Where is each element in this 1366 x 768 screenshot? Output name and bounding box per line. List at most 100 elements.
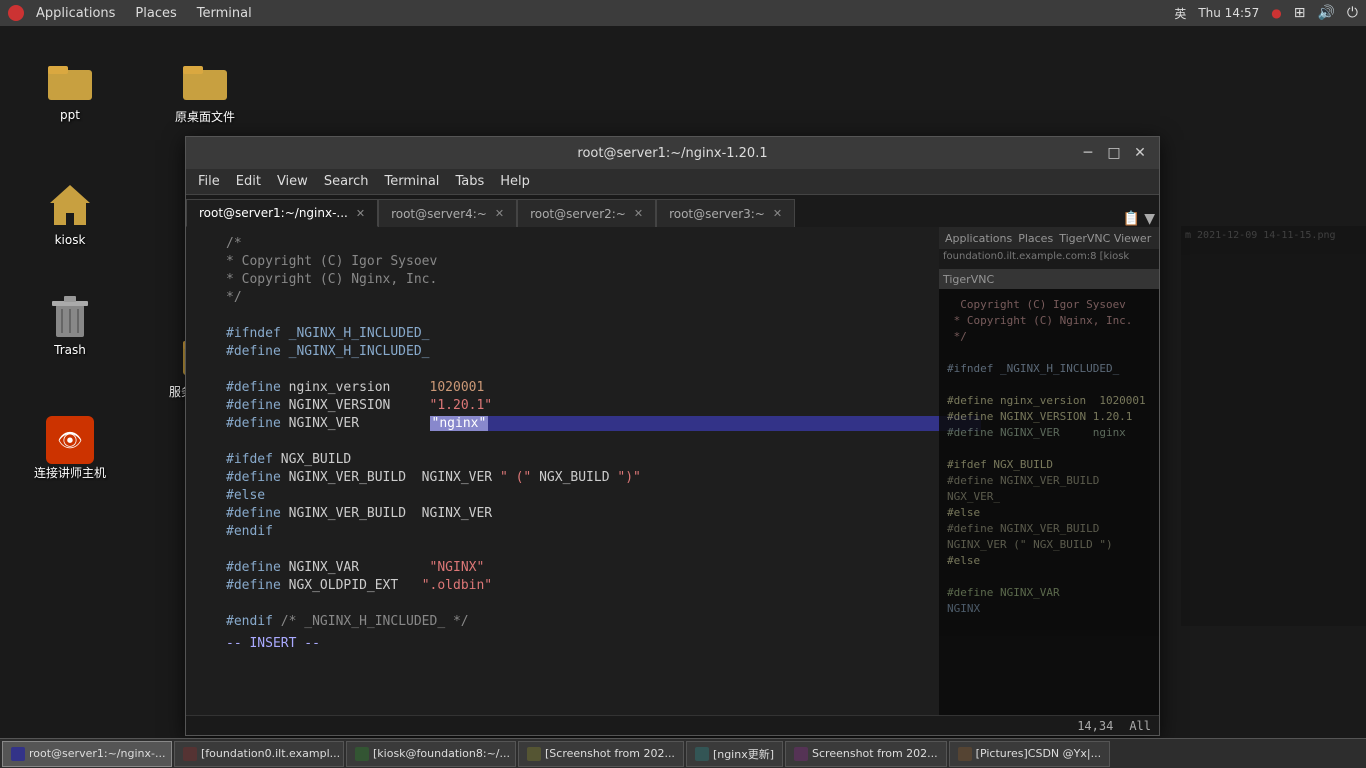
desktop-icon-yuanzhuo[interactable]: 原桌面文件 [160, 56, 250, 125]
desktop-icon-kiosk[interactable]: kiosk [25, 181, 115, 247]
vnc-code-line-14: NGINX [947, 601, 1151, 617]
bg-screenshot-text: m 2021-12-09 14-11-15.png [1185, 230, 1362, 241]
vnc-code-line-2: * Copyright (C) Nginx, Inc. [947, 313, 1151, 329]
tab-close-server4[interactable]: ✕ [495, 207, 504, 220]
tab-actions: 📋 ▼ [1123, 211, 1159, 227]
taskbar-dot-screenshot1 [527, 747, 541, 761]
icon-label-ppt: ppt [60, 108, 80, 122]
terminal-title: root@server1:~/nginx-1.20.1 [577, 146, 767, 161]
status-bar: 14,34 All [186, 715, 1159, 735]
vnc-blank3 [947, 441, 1151, 457]
vnc-apps: Applications [945, 232, 1012, 245]
recording-indicator: ● [1271, 6, 1281, 20]
folder-icon-yuanzhuo [181, 56, 229, 104]
taskbar-item-terminal[interactable]: root@server1:~/nginx-... [2, 741, 172, 767]
vnc-address-bar: foundation0.ilt.example.com:8 [kiosk [939, 249, 1159, 269]
taskbar-dot-kiosk [355, 747, 369, 761]
tab-label-server2: root@server2:~ [530, 207, 626, 221]
menu-places[interactable]: Places [131, 4, 180, 23]
taskbar-item-pictures[interactable]: [Pictures]CSDN @Yx|... [949, 741, 1110, 767]
window-controls: ─ □ ✕ [1077, 142, 1151, 164]
tab-label-server4: root@server4:~ [391, 207, 487, 221]
vnc-code-line-1: Copyright (C) Igor Sysoev [947, 297, 1151, 313]
tab-label-server3: root@server3:~ [669, 207, 765, 221]
terminal-titlebar: root@server1:~/nginx-1.20.1 ─ □ ✕ [186, 137, 1159, 169]
vnc-code-line-12: #else [947, 553, 1151, 569]
menu-applications[interactable]: Applications [32, 4, 119, 23]
scroll-mode: All [1129, 719, 1151, 733]
taskbar-item-nginx[interactable]: [nginx更新] [686, 741, 783, 767]
vnc-toolbar: Applications Places TigerVNC Viewer [939, 227, 1159, 249]
taskbar-dot-pictures [958, 747, 972, 761]
vnc-title-bar: TigerVNC [939, 269, 1159, 289]
taskbar-item-screenshot1[interactable]: [Screenshot from 202... [518, 741, 684, 767]
fujitsu-symbol: 👁 [57, 428, 82, 452]
taskbar: root@server1:~/nginx-... [foundation0.il… [0, 738, 1366, 768]
maximize-button[interactable]: □ [1103, 142, 1125, 164]
vnc-blank2 [947, 377, 1151, 393]
menu-terminal[interactable]: Terminal [193, 4, 256, 23]
tab-server2[interactable]: root@server2:~ ✕ [517, 199, 656, 227]
cursor-position: 14,34 [1077, 719, 1113, 733]
vnc-code-line-8: #ifdef NGX_BUILD [947, 457, 1151, 473]
icon-label-trash: Trash [54, 343, 86, 357]
folder-icon-ppt [46, 56, 94, 104]
menu-help[interactable]: Help [492, 172, 538, 191]
icon-label-yuanzhuo: 原桌面文件 [175, 108, 235, 125]
tab-dropdown-icon[interactable]: ▼ [1144, 211, 1155, 227]
clock: Thu 14:57 [1198, 6, 1259, 20]
tab-server4[interactable]: root@server4:~ ✕ [378, 199, 517, 227]
tab-server3[interactable]: root@server3:~ ✕ [656, 199, 795, 227]
vnc-code-line-4: #ifndef _NGINX_H_INCLUDED_ [947, 361, 1151, 377]
tab-label-server1: root@server1:~/nginx-... [199, 206, 348, 220]
vnc-code-content: Copyright (C) Igor Sysoev * Copyright (C… [939, 289, 1159, 625]
taskbar-label-nginx: [nginx更新] [713, 746, 774, 762]
menu-search[interactable]: Search [316, 172, 377, 191]
vnc-code-line-3: */ [947, 329, 1151, 345]
icon-label-fujitsu: 连接讲师主机 [34, 464, 106, 481]
desktop-icon-ppt[interactable]: ppt [25, 56, 115, 122]
terminal-menubar: File Edit View Search Terminal Tabs Help [186, 169, 1159, 195]
bg-screenshot: m 2021-12-09 14-11-15.png [1181, 226, 1366, 626]
taskbar-label-kiosk: [kiosk@foundation8:~/... [373, 747, 510, 760]
minimize-button[interactable]: ─ [1077, 142, 1099, 164]
tabs-bar: root@server1:~/nginx-... ✕ root@server4:… [186, 195, 1159, 227]
menu-view[interactable]: View [269, 172, 316, 191]
vnc-code-line-10: #else [947, 505, 1151, 521]
taskbar-label-foundation: [foundation0.ilt.exampl... [201, 747, 340, 760]
menu-tabs[interactable]: Tabs [447, 172, 492, 191]
taskbar-item-kiosk[interactable]: [kiosk@foundation8:~/... [346, 741, 516, 767]
vnc-code-line-11: #define NGINX_VER_BUILD NGINX_VER (" NGX… [947, 521, 1151, 553]
tab-server1[interactable]: root@server1:~/nginx-... ✕ [186, 199, 378, 227]
taskbar-label-screenshot2: Screenshot from 202... [812, 747, 938, 760]
language-indicator[interactable]: 英 [1174, 5, 1186, 22]
icon-label-kiosk: kiosk [55, 233, 86, 247]
taskbar-item-screenshot2[interactable]: Screenshot from 202... [785, 741, 947, 767]
app-icon-fujitsu: 👁 [46, 416, 94, 464]
trash-icon [46, 291, 94, 339]
menu-edit[interactable]: Edit [228, 172, 269, 191]
vnc-blank4 [947, 569, 1151, 585]
terminal-content[interactable]: /* * Copyright (C) Igor Sysoev * Copyrig… [186, 227, 1159, 715]
vnc-code-line-9: #define NGINX_VER_BUILD NGX_VER_ [947, 473, 1151, 505]
vnc-code-line-6: #define NGINX_VERSION 1.20.1 [947, 409, 1151, 425]
power-icon[interactable]: ⏻ [1347, 5, 1358, 21]
tab-close-server1[interactable]: ✕ [356, 207, 365, 220]
desktop-icon-fujitsu[interactable]: 👁 连接讲师主机 [25, 416, 115, 481]
desktop-icon-trash[interactable]: Trash [25, 291, 115, 357]
network-icon[interactable]: ⊞ [1294, 5, 1306, 21]
menu-file[interactable]: File [190, 172, 228, 191]
menu-terminal[interactable]: Terminal [376, 172, 447, 191]
desktop: ppt 原桌面文件 kiosk Trash 👁 连接讲师主机 [0, 26, 1366, 742]
taskbar-label-terminal: root@server1:~/nginx-... [29, 747, 165, 760]
vnc-code-line-5: #define nginx_version 1020001 [947, 393, 1151, 409]
volume-icon[interactable]: 🔊 [1317, 5, 1334, 21]
tab-close-server3[interactable]: ✕ [773, 207, 782, 220]
taskbar-dot-screenshot2 [794, 747, 808, 761]
home-icon-kiosk [46, 181, 94, 229]
close-button[interactable]: ✕ [1129, 142, 1151, 164]
taskbar-item-foundation[interactable]: [foundation0.ilt.exampl... [174, 741, 344, 767]
new-tab-icon[interactable]: 📋 [1123, 211, 1140, 227]
taskbar-dot-foundation [183, 747, 197, 761]
tab-close-server2[interactable]: ✕ [634, 207, 643, 220]
